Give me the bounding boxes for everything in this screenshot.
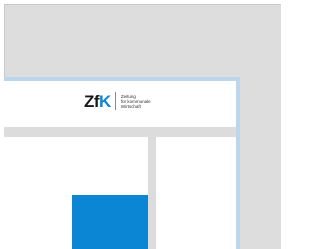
page-frame: ZfK Zeitung für kommunale Wirtschaft <box>4 77 240 249</box>
site-logo[interactable]: ZfK Zeitung für kommunale Wirtschaft <box>84 88 151 114</box>
blue-content-block[interactable] <box>72 195 148 249</box>
logo-tagline: Zeitung für kommunale Wirtschaft <box>121 94 151 109</box>
logo-divider <box>114 92 116 110</box>
side-content-panel <box>156 137 236 249</box>
site-header: ZfK Zeitung für kommunale Wirtschaft <box>4 81 236 127</box>
logo-tagline-line3: Wirtschaft <box>120 103 141 109</box>
logo-mark: ZfK <box>84 93 111 110</box>
logo-mark-main: Zf <box>84 91 100 111</box>
logo-mark-accent: K <box>99 91 111 111</box>
screen: ZfK Zeitung für kommunale Wirtschaft <box>0 0 281 249</box>
embedded-page: ZfK Zeitung für kommunale Wirtschaft <box>4 81 236 249</box>
main-content-panel <box>4 137 148 249</box>
